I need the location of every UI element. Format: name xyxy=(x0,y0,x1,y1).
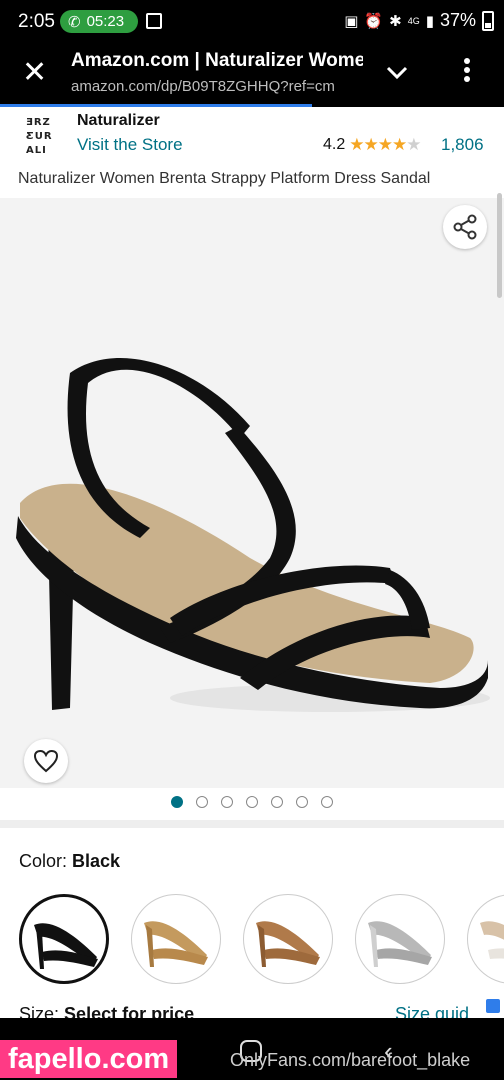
gold-swatch[interactable] xyxy=(131,894,221,984)
pagination-dot[interactable] xyxy=(196,796,208,808)
alarm-icon: ⏰ xyxy=(364,12,384,30)
heart-icon xyxy=(33,749,59,773)
brand-name: Naturalizer xyxy=(77,112,160,129)
size-guide-link[interactable]: Size guid xyxy=(395,1004,469,1018)
white-swatch[interactable] xyxy=(467,894,504,984)
share-button[interactable] xyxy=(443,205,487,249)
color-label: Color: Black xyxy=(19,851,120,872)
favorite-button[interactable] xyxy=(24,739,68,783)
rating[interactable]: 4.2 ★★★★★ xyxy=(323,135,421,155)
pagination-dot[interactable] xyxy=(246,796,258,808)
bluetooth-icon: ✱ xyxy=(389,12,402,30)
product-page[interactable]: ƎRZ ƸUR ALI Naturalizer Visit the Store … xyxy=(0,107,504,1018)
product-title: Naturalizer Women Brenta Strappy Platfor… xyxy=(18,170,431,187)
call-pill[interactable]: ✆ 05:23 xyxy=(60,10,138,33)
selected-color: Black xyxy=(72,851,121,871)
visit-store-link[interactable]: Visit the Store xyxy=(77,135,183,155)
custom-tab-toolbar: ✕ Amazon.com | Naturalizer Women amazon.… xyxy=(0,44,504,106)
signal-icon: ▮ xyxy=(425,12,434,30)
status-icons: ▣ ⏰ ✱ 4G ▮ 37% xyxy=(344,10,494,31)
chevron-down-icon[interactable] xyxy=(386,60,408,86)
size-label: Size: xyxy=(19,1004,60,1018)
page-title: Amazon.com | Naturalizer Women xyxy=(71,50,363,71)
status-bar: 2:05 ✆ 05:23 ▣ ⏰ ✱ 4G ▮ 37% xyxy=(0,0,504,44)
product-image-carousel[interactable] xyxy=(0,198,504,788)
status-time: 2:05 xyxy=(18,11,55,32)
phone-icon: ✆ xyxy=(68,13,81,31)
notification-icon: ▣ xyxy=(344,12,359,30)
call-timer: 05:23 xyxy=(86,13,125,30)
close-icon[interactable]: ✕ xyxy=(22,58,47,88)
silver-swatch[interactable] xyxy=(355,894,445,984)
pagination-dot[interactable] xyxy=(171,796,183,808)
network-label: 4G xyxy=(407,15,420,26)
watermark-right: OnlyFans.com/barefoot_blake xyxy=(230,1050,471,1070)
size-guide-icon[interactable] xyxy=(486,999,500,1013)
color-label-prefix: Color: xyxy=(19,851,68,871)
share-icon xyxy=(453,214,477,240)
size-selector[interactable]: Size: Select for price xyxy=(19,1004,194,1018)
pagination-dot[interactable] xyxy=(221,796,233,808)
sandal-image xyxy=(16,358,490,712)
more-options-icon[interactable] xyxy=(462,58,472,82)
section-divider xyxy=(0,820,504,828)
review-count-link[interactable]: 1,806 xyxy=(441,135,484,155)
rating-value: 4.2 xyxy=(323,136,346,153)
image-pagination[interactable] xyxy=(171,796,333,808)
svg-text:ALI: ALI xyxy=(26,145,47,155)
gallery-icon xyxy=(146,13,162,29)
watermark-left: fapello.com xyxy=(0,1040,178,1078)
pagination-dot[interactable] xyxy=(296,796,308,808)
battery-icon xyxy=(482,10,494,31)
svg-text:ƸUR: ƸUR xyxy=(26,131,53,142)
black-swatch[interactable] xyxy=(19,894,109,984)
tan-swatch[interactable] xyxy=(243,894,333,984)
svg-text:ƎRZ: ƎRZ xyxy=(26,117,51,128)
battery-percent: 37% xyxy=(439,10,476,30)
pagination-dot[interactable] xyxy=(271,796,283,808)
color-swatches[interactable] xyxy=(19,894,504,986)
size-value: Select for price xyxy=(64,1004,195,1018)
brand-logo[interactable]: ƎRZ ƸUR ALI xyxy=(24,113,60,156)
star-rating-icon: ★★★★★ xyxy=(349,135,421,154)
pagination-dot[interactable] xyxy=(321,796,333,808)
page-url[interactable]: amazon.com/dp/B09T8ZGHHQ?ref=cm xyxy=(71,78,363,95)
scrollbar[interactable] xyxy=(497,193,502,298)
